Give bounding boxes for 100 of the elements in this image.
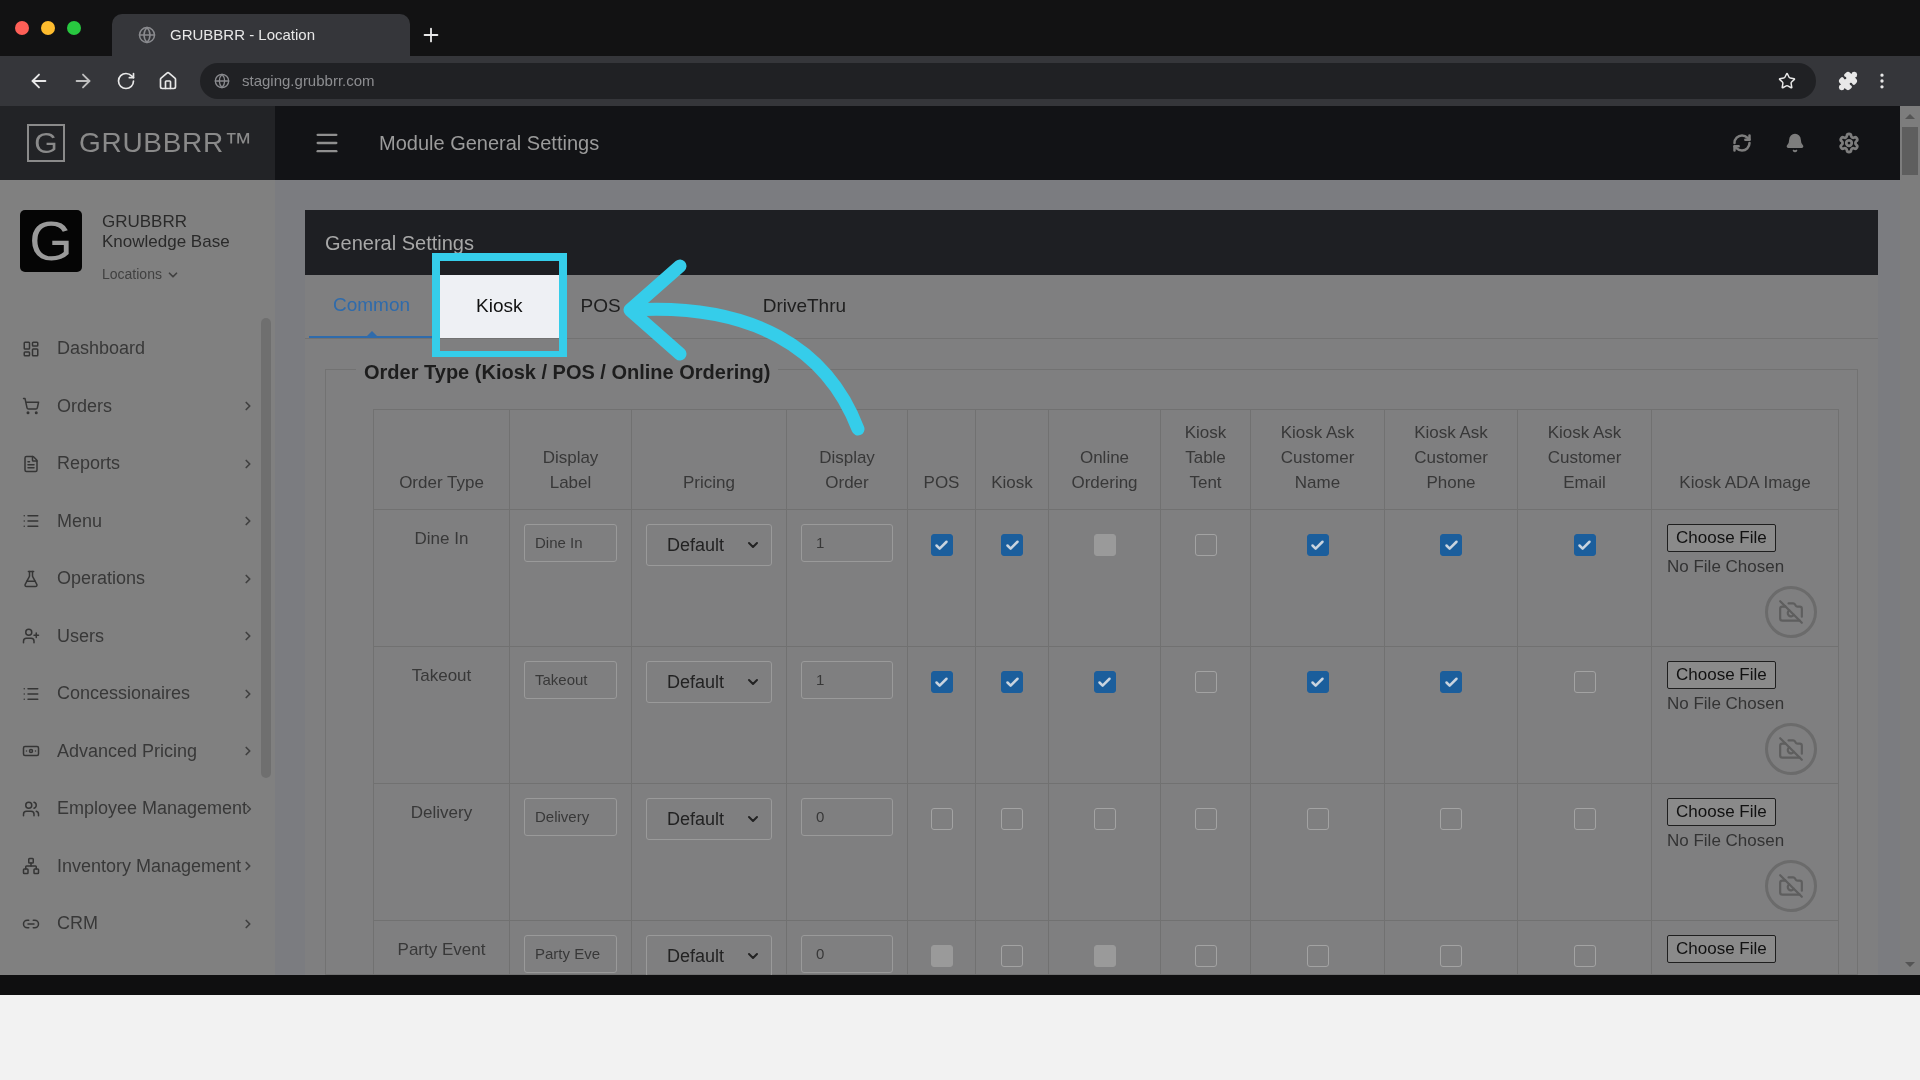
display-label-field[interactable]: Dine In	[524, 524, 617, 562]
file-status: No File Chosen	[1667, 556, 1785, 578]
sidebar-item[interactable]: Employee Management	[0, 780, 275, 838]
display-order-field[interactable]: 0	[801, 935, 893, 973]
column-header: Kiosk Ask Customer Email	[1547, 423, 1622, 492]
checkbox[interactable]	[1440, 671, 1462, 693]
minimize-window-icon[interactable]	[41, 21, 55, 35]
maximize-window-icon[interactable]	[67, 21, 81, 35]
browser-tab[interactable]: GRUBBRR - Location	[112, 14, 410, 56]
check-icon	[1577, 537, 1592, 553]
checkbox[interactable]	[1440, 945, 1462, 967]
display-label-field[interactable]: Takeout	[524, 661, 617, 699]
document-icon	[22, 454, 40, 473]
panel-title: General Settings	[325, 230, 474, 256]
check-icon	[934, 674, 949, 690]
org-subtitle: Knowledge Base	[102, 232, 230, 252]
checkbox[interactable]	[1306, 671, 1329, 693]
order-type-name: Party Event	[397, 940, 486, 959]
checkbox[interactable]	[930, 808, 953, 830]
settings-tab[interactable]: POS	[564, 275, 637, 338]
checkbox[interactable]	[1440, 808, 1462, 830]
column-header: Kiosk	[991, 473, 1033, 492]
checkbox[interactable]	[1573, 945, 1596, 967]
checkbox[interactable]	[1093, 808, 1116, 830]
refresh-icon[interactable]	[1732, 133, 1752, 153]
sidebar-item[interactable]: CRM	[0, 895, 275, 953]
settings-tab[interactable]: Kiosk	[440, 275, 559, 338]
checkbox[interactable]	[1573, 534, 1596, 556]
camera-off-icon	[1765, 585, 1817, 638]
column-header: Kiosk Table Tent	[1184, 423, 1227, 492]
bookmark-star-icon[interactable]	[1778, 72, 1796, 90]
checkbox[interactable]	[1306, 945, 1329, 967]
check-icon	[1443, 674, 1459, 690]
choose-file-button[interactable]: Choose File	[1667, 524, 1776, 552]
choose-file-button[interactable]: Choose File	[1667, 798, 1776, 826]
settings-icon[interactable]	[1838, 132, 1860, 154]
choose-file-button[interactable]: Choose File	[1667, 935, 1776, 963]
sidebar-item[interactable]: Users	[0, 607, 275, 665]
checkbox[interactable]	[1001, 671, 1023, 693]
checkbox[interactable]	[1001, 808, 1023, 830]
cart-icon	[22, 397, 40, 416]
address-bar[interactable]: staging.grubbrr.com	[200, 63, 1816, 99]
notification-bell-icon[interactable]	[1785, 133, 1805, 153]
checkbox[interactable]	[1194, 534, 1217, 556]
column-header: Kiosk ADA Image	[1679, 473, 1811, 492]
order-type-name: Dine In	[414, 529, 469, 548]
file-status: No File Chosen	[1667, 830, 1785, 852]
sidebar-item[interactable]: Dashboard	[0, 320, 275, 378]
globe-icon	[138, 26, 156, 44]
checkbox[interactable]	[1093, 671, 1116, 693]
scrollbar-thumb[interactable]	[1902, 127, 1918, 175]
locations-dropdown[interactable]: Locations	[102, 264, 230, 285]
display-order-field[interactable]: 0	[801, 798, 893, 836]
display-label-field[interactable]: Delivery	[524, 798, 617, 836]
sidebar-item[interactable]: Orders	[0, 377, 275, 435]
choose-file-button[interactable]: Choose File	[1667, 661, 1776, 689]
check-icon	[934, 537, 949, 553]
checkbox[interactable]	[1194, 945, 1217, 967]
checkbox[interactable]	[1001, 945, 1023, 967]
checkbox[interactable]	[1306, 808, 1329, 830]
display-order-field[interactable]: 1	[801, 661, 893, 699]
sidebar-item[interactable]: Advanced Pricing	[0, 722, 275, 780]
settings-tab[interactable]: DriveThru	[746, 275, 863, 338]
order-type-name: Delivery	[410, 803, 473, 822]
extensions-icon[interactable]	[1838, 71, 1858, 91]
sidebar-item[interactable]: Menu	[0, 492, 275, 550]
checkbox[interactable]	[1194, 808, 1217, 830]
sidebar-item[interactable]: Concessionaires	[0, 665, 275, 723]
display-order-field[interactable]: 1	[801, 524, 893, 562]
column-header: Kiosk Ask Customer Name	[1280, 423, 1355, 492]
brand-name: GRUBBRR™	[79, 126, 253, 160]
column-header: Pricing	[683, 473, 735, 492]
reload-icon[interactable]	[116, 71, 136, 91]
sidebar-item[interactable]: Reports	[0, 435, 275, 493]
sidebar-item[interactable]: Inventory Management	[0, 837, 275, 895]
camera-off-icon	[1765, 722, 1817, 775]
check-icon	[1310, 674, 1325, 690]
sidebar-item[interactable]: Operations	[0, 550, 275, 608]
checkbox[interactable]	[1306, 534, 1329, 556]
display-label-field[interactable]: Party Eve	[524, 935, 617, 973]
hierarchy-icon	[22, 857, 40, 876]
checkbox[interactable]	[1573, 671, 1596, 693]
avatar: G	[20, 210, 82, 272]
pricing-select[interactable]: Default	[646, 524, 772, 566]
pricing-select[interactable]: Default	[646, 661, 772, 703]
checkbox[interactable]	[1440, 534, 1462, 556]
close-window-icon[interactable]	[15, 21, 29, 35]
tab-pointer	[364, 331, 379, 338]
checkbox[interactable]	[1194, 671, 1217, 693]
pricing-select[interactable]: Default	[646, 798, 772, 840]
checkbox[interactable]	[930, 671, 953, 693]
checkbox[interactable]	[1573, 808, 1596, 830]
home-icon[interactable]	[158, 71, 178, 91]
column-header: Online Ordering	[1071, 448, 1138, 492]
column-header: Order Type	[399, 473, 484, 492]
checkbox[interactable]	[930, 534, 953, 556]
page-scrollbar[interactable]	[1900, 106, 1920, 975]
checkbox[interactable]	[1001, 534, 1023, 556]
page-title: Module General Settings	[379, 131, 601, 156]
camera-off-icon	[1765, 859, 1817, 912]
